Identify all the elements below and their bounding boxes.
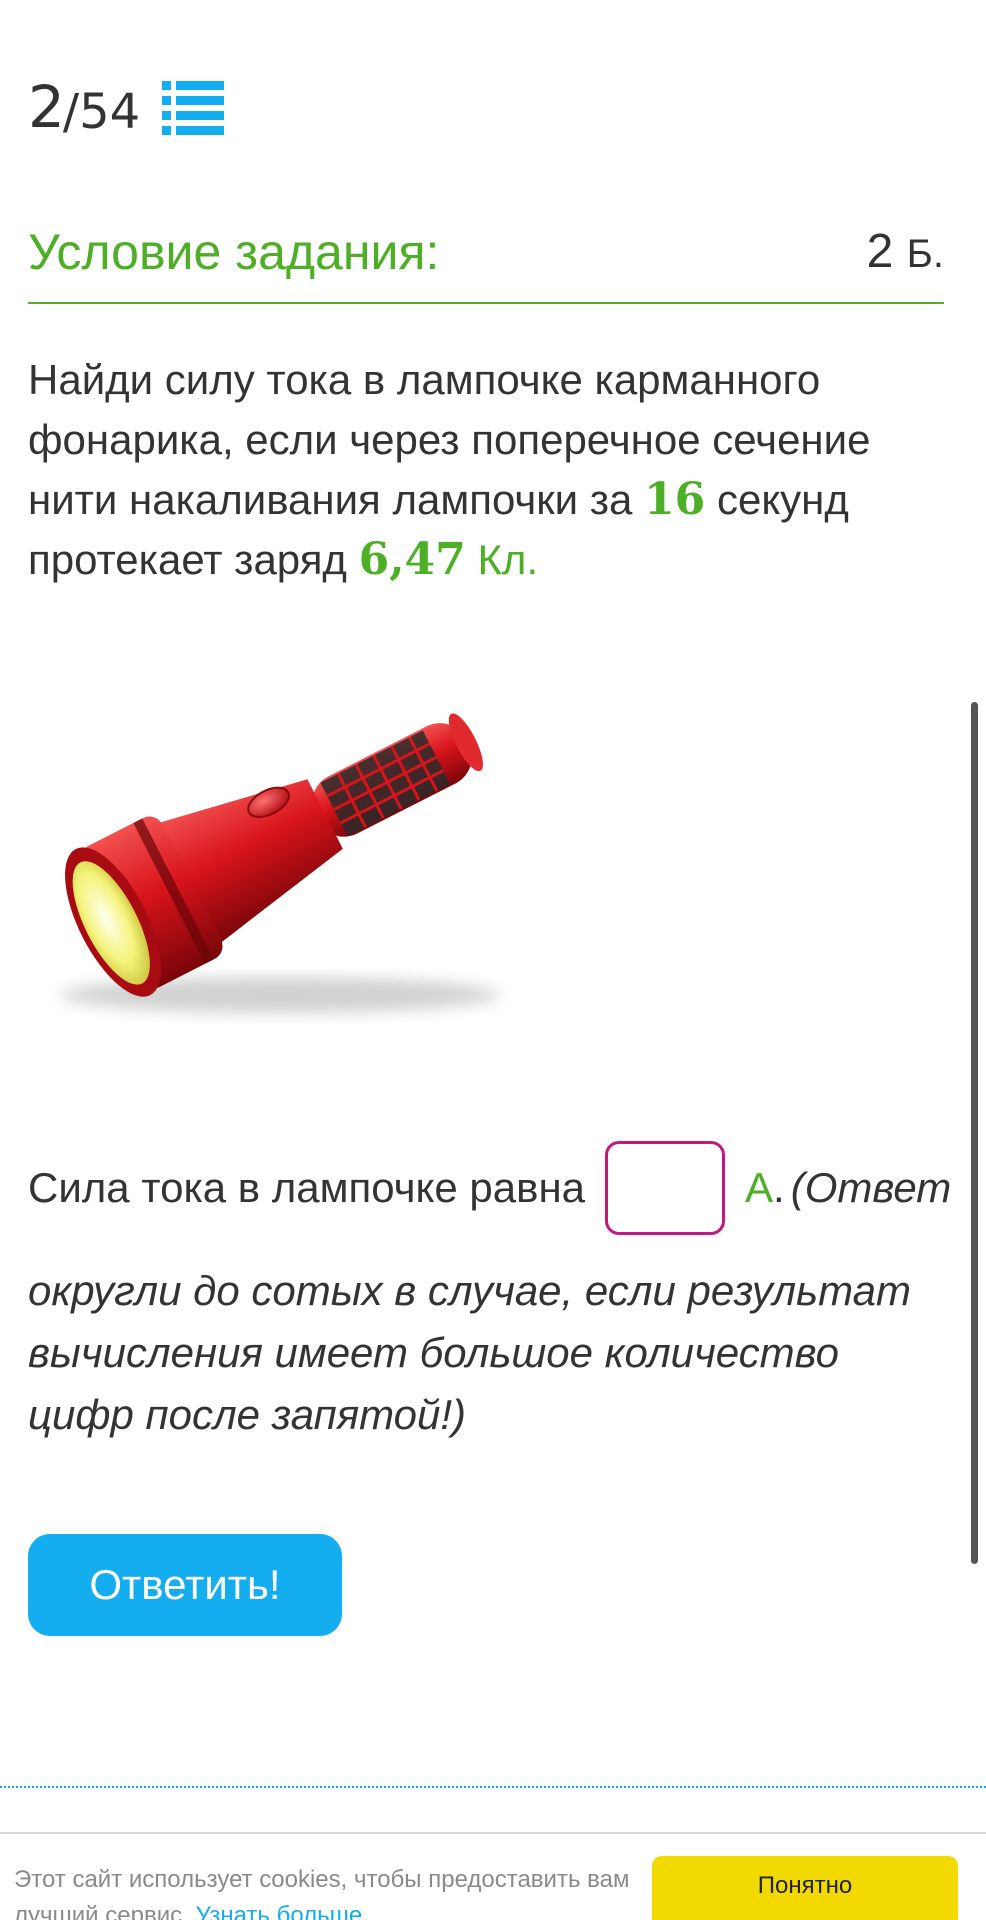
charge-value: 6,47 [358,534,466,585]
time-value: 16 [644,474,706,525]
task-counter: 2 / 54 [28,72,225,142]
answer-unit-suffix: . [773,1164,785,1211]
submit-answer-button[interactable]: Ответить! [28,1534,342,1636]
points-value: 2 [866,225,894,278]
task-title: Условие задания: [28,224,440,280]
problem-statement: Найди силу тока в лампочке карманного фо… [28,350,948,590]
current-task-number: 2 [28,73,65,141]
cookie-text: Этот сайт использует cookies, чтобы пред… [14,1862,634,1920]
counter-separator: / [62,84,80,140]
cookie-accept-button[interactable]: Понятно [652,1856,958,1920]
answer-line: Сила тока в лампочке равна А. (Ответ [28,1140,951,1236]
scrollbar[interactable] [971,702,978,1564]
task-points: 2 Б. [867,222,944,284]
answer-unit: А [745,1164,774,1211]
footer-divider [0,1786,986,1788]
task-header: Условие задания: 2 Б. [28,222,944,304]
answer-input[interactable] [605,1141,726,1235]
answer-prompt: Сила тока в лампочке равна [28,1164,586,1211]
hint-start: (Ответ [790,1164,952,1211]
problem-text-part3: . [526,536,539,583]
cookie-banner: Этот сайт использует cookies, чтобы пред… [0,1832,986,1920]
points-unit: Б. [906,232,944,276]
cookie-learn-more-link[interactable]: Узнать больше [195,1902,362,1920]
total-task-count: 54 [79,84,141,140]
charge-unit: Кл [477,536,527,583]
rounding-hint: округли до сотых в случае, если результа… [28,1267,912,1438]
list-icon[interactable] [162,79,225,135]
flashlight-image [60,713,500,1013]
